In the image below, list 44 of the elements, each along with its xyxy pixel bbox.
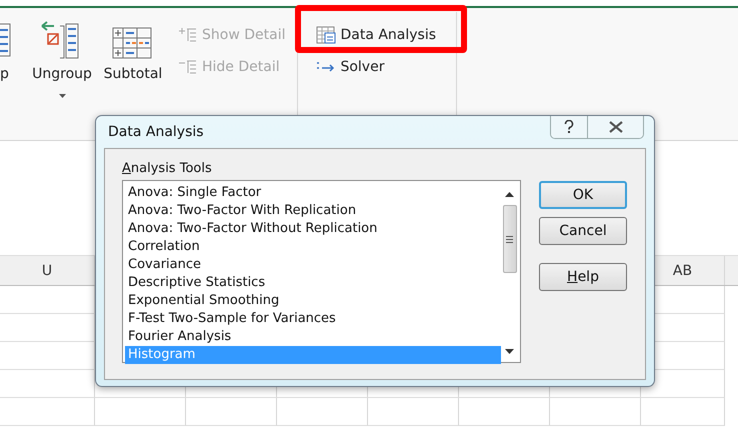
scroll-thumb[interactable]: [502, 205, 516, 273]
list-box[interactable]: [122, 180, 521, 363]
grid-cell[interactable]: [641, 398, 725, 426]
grid-cell[interactable]: [459, 398, 550, 426]
table-icon: [316, 26, 336, 44]
list-item[interactable]: Correlation: [125, 238, 501, 256]
grid-cell[interactable]: [0, 370, 95, 398]
grid-cell[interactable]: [368, 398, 459, 426]
list-item[interactable]: Anova: Single Factor: [125, 184, 501, 202]
ribbon-button[interactable]: Solver: [316, 56, 436, 78]
grid-cell[interactable]: [186, 398, 277, 426]
scroll-down-icon: [505, 349, 514, 354]
grid-cell[interactable]: [95, 398, 186, 426]
ribbon-button[interactable]: p: [0, 20, 22, 82]
ribbon-button[interactable]: Subtotal: [102, 20, 164, 82]
list-item[interactable]: Fourier Analysis: [125, 328, 501, 346]
grid-cell[interactable]: [550, 398, 641, 426]
ribbon-button[interactable]: Ungroup: [28, 20, 96, 98]
question-icon: [564, 120, 574, 134]
list-item[interactable]: Descriptive Statistics: [125, 274, 501, 292]
grid-cell[interactable]: [277, 398, 368, 426]
ribbon-button[interactable]: Data Analysis: [316, 24, 436, 46]
column-header[interactable]: AB: [672, 262, 692, 278]
grid-cell[interactable]: [0, 398, 95, 426]
solver-icon: [316, 60, 336, 74]
close-button[interactable]: [587, 116, 643, 138]
dialog-title: Data Analysis: [107, 123, 204, 140]
help-button[interactable]: [551, 116, 587, 138]
list-item[interactable]: F-Test Two-Sample for Variances: [125, 310, 501, 328]
list-item[interactable]: Exponential Smoothing: [125, 292, 501, 310]
list-item[interactable]: Anova: Two-Factor Without Replication: [125, 220, 501, 238]
list-item[interactable]: Covariance: [125, 256, 501, 274]
scroll-up-icon: [505, 192, 514, 197]
list-item[interactable]: Anova: Two-Factor With Replication: [125, 202, 501, 220]
caret-icon: [58, 94, 66, 98]
close-icon: [608, 121, 622, 133]
dialog-button[interactable]: OK: [539, 181, 627, 209]
column-header[interactable]: U: [42, 262, 52, 278]
dialog-button[interactable]: Cancel: [539, 217, 627, 245]
dialog-button[interactable]: Help: [539, 263, 627, 291]
hide-detail-icon: [178, 59, 198, 75]
grip-icon: [506, 236, 513, 242]
show-detail-icon: [178, 27, 198, 43]
list-label: Analysis Tools: [122, 161, 213, 176]
